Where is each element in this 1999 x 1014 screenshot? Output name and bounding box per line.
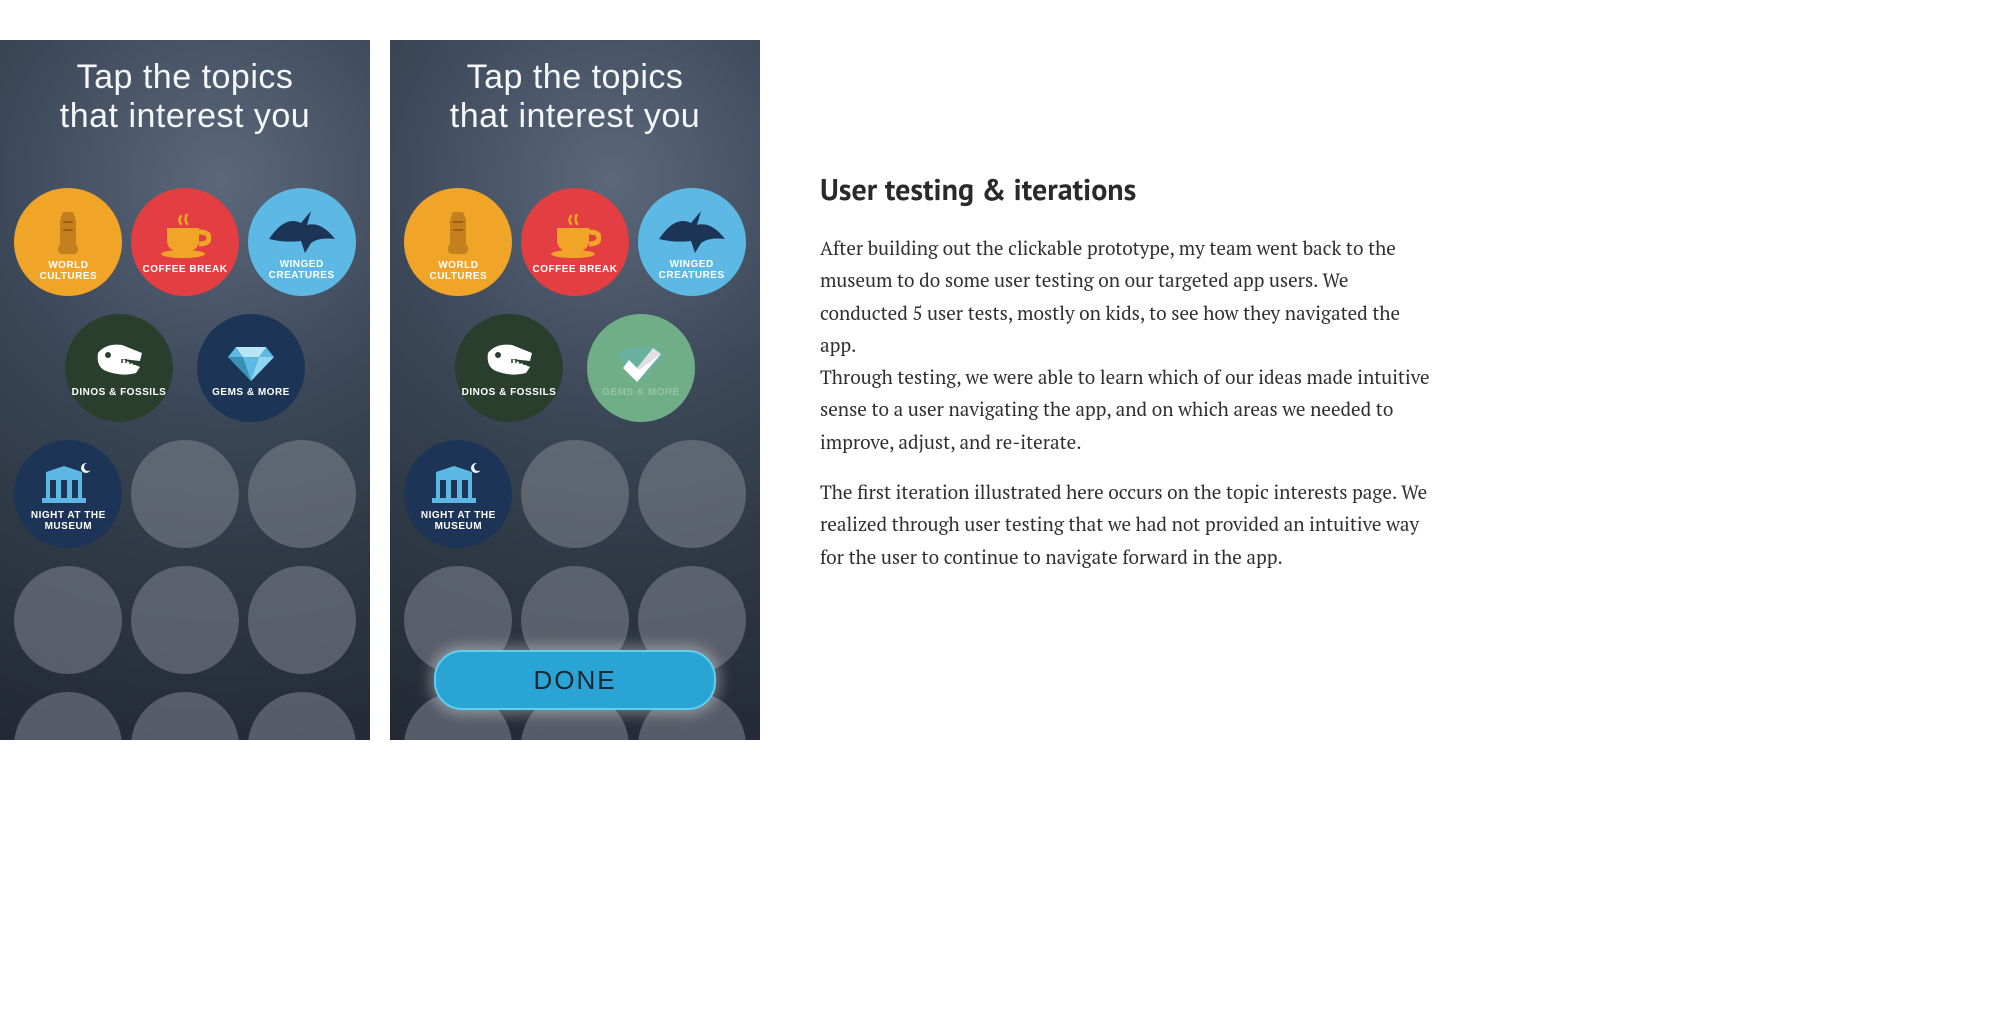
- phone-screen-before: Tap the topics that interest you WORLD: [0, 40, 370, 740]
- article-paragraph: After building out the clickable prototy…: [820, 233, 1440, 362]
- topic-label: WORLD CULTURES: [404, 260, 512, 283]
- topic-empty[interactable]: [248, 566, 356, 674]
- done-button[interactable]: DONE: [434, 650, 716, 710]
- article-paragraph: Through testing, we were able to learn w…: [820, 362, 1440, 459]
- grid-row: WORLD CULTURES COFFEE BREAK: [10, 188, 360, 296]
- topic-winged-creatures[interactable]: WINGED CREATURES: [638, 188, 746, 296]
- topic-empty[interactable]: [248, 440, 356, 548]
- pterodactyl-icon: [657, 209, 727, 255]
- topic-label: COFFEE BREAK: [137, 264, 234, 276]
- phone-mockups: Tap the topics that interest you WORLD: [0, 40, 760, 740]
- topic-label: NIGHT AT THE MUSEUM: [14, 510, 122, 533]
- topic-label: DINOS & FOSSILS: [66, 387, 173, 399]
- coffee-cup-icon: [549, 214, 601, 260]
- screen-title: Tap the topics that interest you: [0, 40, 370, 144]
- topic-empty[interactable]: [248, 692, 356, 740]
- grid-row: [10, 692, 360, 740]
- grid-row: DINOS & FOSSILS GEMS & MORE: [10, 314, 360, 422]
- topic-night-museum[interactable]: NIGHT AT THE MUSEUM: [404, 440, 512, 548]
- trex-skull-icon: [482, 343, 536, 383]
- topic-grid: WORLD CULTURES COFFEE BREAK: [0, 188, 370, 740]
- article-paragraph: The first iteration illustrated here occ…: [820, 477, 1440, 574]
- topic-world-cultures[interactable]: WORLD CULTURES: [404, 188, 512, 296]
- grid-row: NIGHT AT THE MUSEUM: [400, 440, 750, 548]
- topic-label: WINGED CREATURES: [248, 259, 356, 282]
- topic-empty[interactable]: [14, 566, 122, 674]
- title-line-1: Tap the topics: [77, 58, 294, 96]
- topic-label: WORLD CULTURES: [14, 260, 122, 283]
- topic-label: COFFEE BREAK: [527, 264, 624, 276]
- page: Tap the topics that interest you WORLD: [0, 0, 1560, 780]
- article-heading: User testing & iterations: [820, 170, 1440, 209]
- title-line-2: that interest you: [450, 97, 700, 135]
- topic-gems-more[interactable]: GEMS & MORE: [197, 314, 305, 422]
- pterodactyl-icon: [267, 209, 337, 255]
- museum-building-icon: [40, 462, 96, 506]
- title-line-2: that interest you: [60, 97, 310, 135]
- title-line-1: Tap the topics: [467, 58, 684, 96]
- topic-dinos-fossils[interactable]: DINOS & FOSSILS: [455, 314, 563, 422]
- museum-building-icon: [430, 462, 486, 506]
- topic-label: GEMS & MORE: [206, 387, 296, 399]
- screen-title: Tap the topics that interest you: [390, 40, 760, 144]
- topic-empty[interactable]: [131, 566, 239, 674]
- checkmark-icon: [587, 314, 695, 422]
- grid-row: [10, 566, 360, 674]
- moai-icon: [443, 208, 473, 256]
- topic-empty[interactable]: [521, 440, 629, 548]
- topic-dinos-fossils[interactable]: DINOS & FOSSILS: [65, 314, 173, 422]
- gem-icon: [228, 343, 274, 383]
- moai-icon: [53, 208, 83, 256]
- topic-empty[interactable]: [14, 692, 122, 740]
- grid-row: WORLD CULTURES COFFEE BREAK: [400, 188, 750, 296]
- topic-winged-creatures[interactable]: WINGED CREATURES: [248, 188, 356, 296]
- topic-coffee-break[interactable]: COFFEE BREAK: [131, 188, 239, 296]
- grid-row: NIGHT AT THE MUSEUM: [10, 440, 360, 548]
- grid-row: DINOS & FOSSILS GEMS & MORE: [400, 314, 750, 422]
- topic-empty[interactable]: [131, 692, 239, 740]
- topic-empty[interactable]: [638, 440, 746, 548]
- phone-screen-after: Tap the topics that interest you WORLD: [390, 40, 760, 740]
- topic-label: WINGED CREATURES: [638, 259, 746, 282]
- topic-night-museum[interactable]: NIGHT AT THE MUSEUM: [14, 440, 122, 548]
- topic-empty[interactable]: [131, 440, 239, 548]
- coffee-cup-icon: [159, 214, 211, 260]
- article-text: User testing & iterations After building…: [820, 40, 1470, 592]
- topic-label: NIGHT AT THE MUSEUM: [404, 510, 512, 533]
- topic-world-cultures[interactable]: WORLD CULTURES: [14, 188, 122, 296]
- topic-label: DINOS & FOSSILS: [456, 387, 563, 399]
- topic-gems-more-selected[interactable]: GEMS & MORE: [587, 314, 695, 422]
- topic-coffee-break[interactable]: COFFEE BREAK: [521, 188, 629, 296]
- trex-skull-icon: [92, 343, 146, 383]
